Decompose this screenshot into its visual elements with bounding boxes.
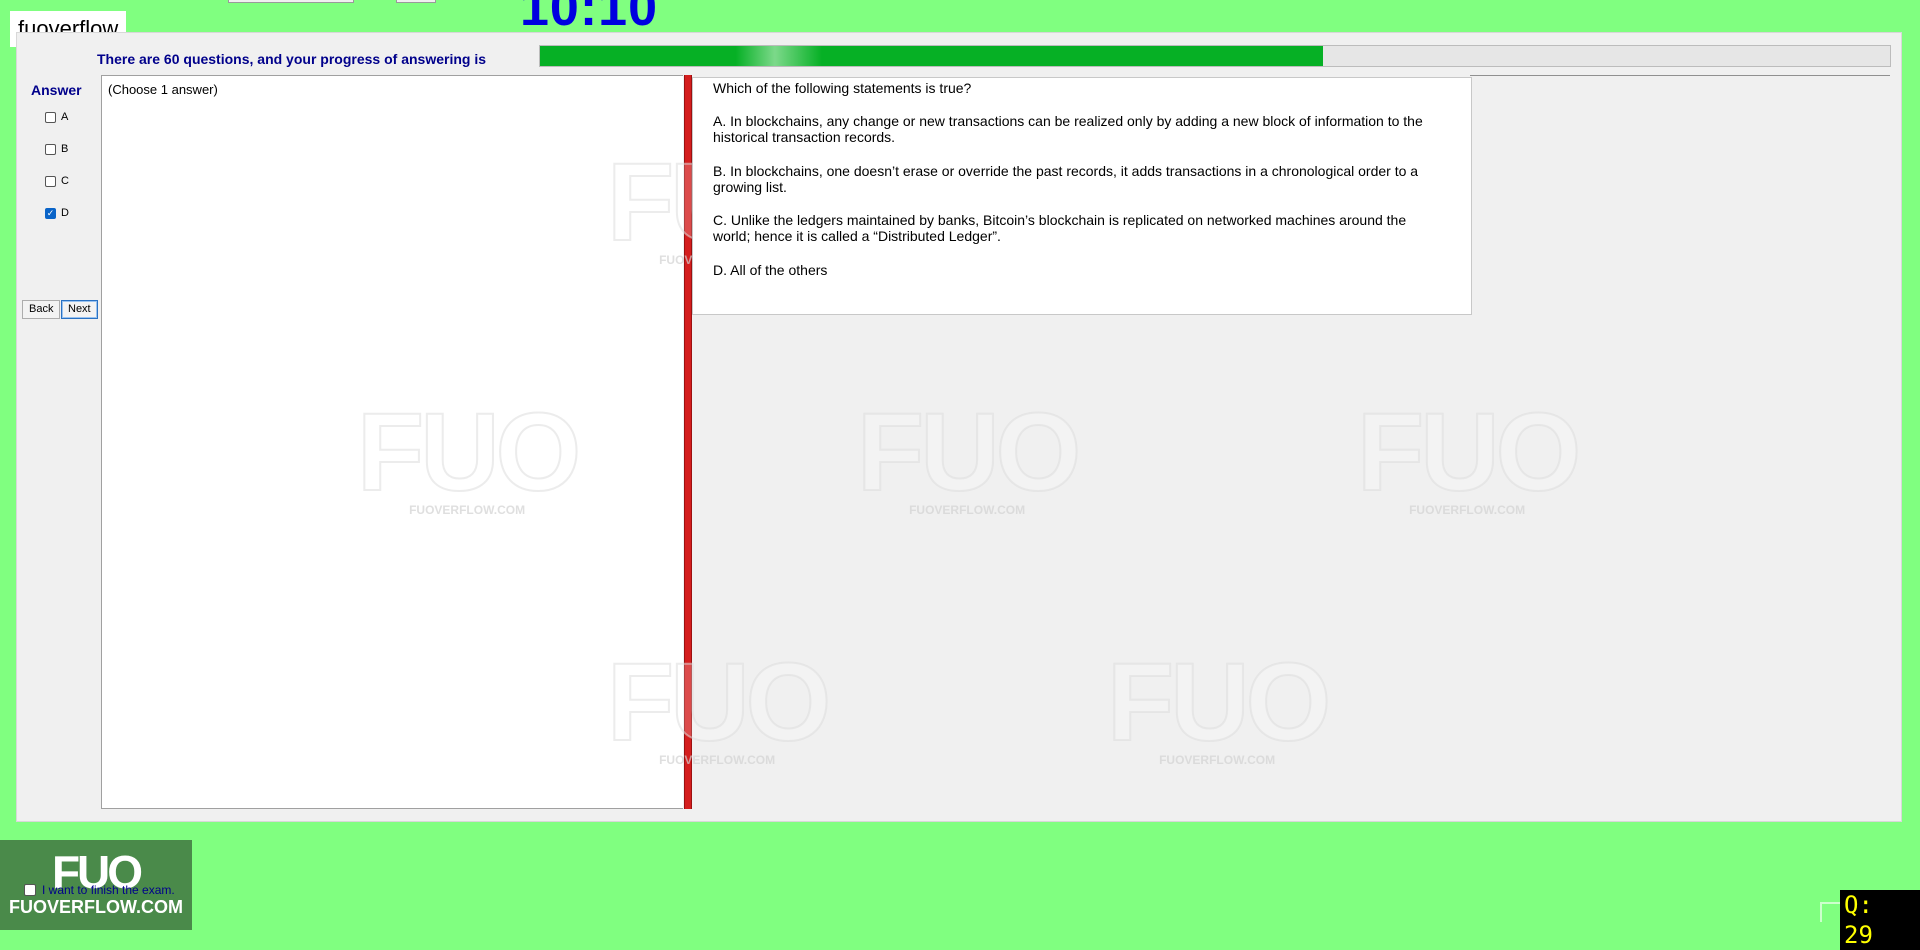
top-small-control[interactable] [396, 0, 436, 3]
choose-note: (Choose 1 answer) [108, 82, 218, 97]
exam-panel: There are 60 questions, and your progres… [16, 32, 1902, 822]
progress-fill [540, 46, 1323, 66]
option-d[interactable]: ✓ D [45, 207, 69, 219]
option-a[interactable]: A [45, 111, 68, 123]
divider [1470, 75, 1890, 76]
back-button[interactable]: Back [22, 300, 61, 319]
top-dropdown[interactable] [228, 0, 354, 3]
panel-splitter[interactable] [684, 75, 692, 809]
watermark: FUOFUOVERFLOW.COM [1356, 391, 1582, 518]
question-option-b: B. In blockchains, one doesn’t erase or … [713, 163, 1419, 195]
progress-bar [539, 45, 1891, 67]
option-d-label: D [61, 207, 69, 219]
question-option-a: A. In blockchains, any change or new tra… [713, 113, 1423, 145]
question-box: Which of the following statements is tru… [692, 77, 1472, 315]
progress-text: There are 60 questions, and your progres… [97, 51, 486, 67]
option-c-label: C [61, 175, 69, 187]
counter-corner [1820, 902, 1840, 922]
option-d-checkbox[interactable]: ✓ [45, 207, 56, 219]
logo-text: FUOVERFLOW.COM [9, 897, 183, 917]
option-a-checkbox[interactable] [45, 111, 56, 123]
question-prompt: Which of the following statements is tru… [713, 80, 972, 96]
watermark: FUOFUOVERFLOW.COM [856, 391, 1082, 518]
option-c-checkbox[interactable] [45, 175, 56, 187]
watermark: FUOFUOVERFLOW.COM [1106, 641, 1332, 768]
option-b-label: B [61, 143, 69, 155]
option-b[interactable]: B [45, 143, 68, 155]
option-b-checkbox[interactable] [45, 143, 56, 155]
question-option-c: C. Unlike the ledgers maintained by bank… [713, 212, 1407, 244]
finish-exam[interactable]: I want to finish the exam. [24, 883, 175, 897]
question-counter: Q: 29 [1840, 890, 1920, 950]
finish-exam-checkbox[interactable] [24, 884, 36, 896]
finish-exam-label: I want to finish the exam. [42, 883, 175, 897]
next-button[interactable]: Next [61, 300, 98, 319]
option-a-label: A [61, 111, 69, 123]
answer-title: Answer [31, 82, 82, 98]
answer-area[interactable]: (Choose 1 answer) [101, 75, 683, 809]
option-c[interactable]: C [45, 175, 69, 187]
question-option-d: D. All of the others [713, 262, 828, 278]
